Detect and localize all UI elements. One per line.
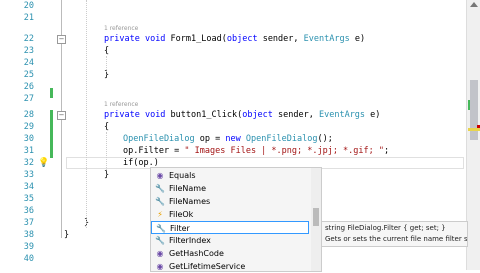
indent-guide [106, 132, 107, 170]
scrollbar-thumb[interactable] [470, 80, 478, 140]
filter-assignment: op.Filter = " Images Files | *.png; *.jp… [123, 146, 390, 156]
completion-scrollbar-thumb[interactable] [313, 208, 319, 226]
code-line[interactable]: 23 { [0, 45, 466, 57]
completion-item[interactable]: ⚡ FileOk [151, 208, 309, 221]
line-number: 37 [23, 218, 34, 228]
line-number: 38 [23, 230, 34, 240]
completion-item[interactable]: 🔧 FilterIndex [151, 234, 309, 247]
scroll-up-icon[interactable] [470, 2, 478, 7]
code-line[interactable]: 31 op.Filter = " Images Files | *.png; *… [0, 145, 466, 157]
close-brace: } [104, 170, 110, 180]
line-number: 35 [23, 194, 34, 204]
line-number: 24 [23, 58, 34, 68]
line-number: 27 [23, 94, 34, 104]
completion-item[interactable]: ◉ Equals [151, 169, 309, 182]
intellisense-completion-list[interactable]: ◉ Equals 🔧 FileName 🔧 FileNames ⚡ FileOk 🔧 Fi… [150, 167, 322, 272]
code-line[interactable]: 26 [0, 81, 466, 93]
tooltip-description: Gets or sets the current file name filte… [325, 235, 468, 243]
line-number: 25 [23, 70, 34, 80]
completion-item-selected[interactable]: 🔧 Filter [151, 221, 309, 234]
line-number: 40 [23, 254, 34, 264]
method-icon: ◉ [156, 262, 164, 271]
wrench-icon: 🔧 [155, 184, 165, 193]
tooltip-signature: string FileDialog.Filter { get; set; } [325, 224, 446, 232]
code-line[interactable]: 20 [0, 0, 466, 12]
completion-item[interactable]: 🔧 FileName [151, 182, 309, 195]
line-number: 23 [23, 46, 34, 56]
line-number: 34 [23, 182, 34, 192]
completion-item[interactable]: 🔧 FileNames [151, 195, 309, 208]
lightning-icon: ⚡ [157, 210, 163, 219]
method-signature-form-load: private void Form1_Load(object sender, E… [104, 34, 366, 44]
scrollbar-caret-mark [468, 128, 480, 131]
indent-guide [106, 56, 107, 72]
completion-item[interactable]: ◉ GetHashCode [151, 247, 309, 260]
indent-guide [86, 0, 87, 228]
collapse-toggle-icon[interactable]: − [57, 35, 66, 44]
method-icon: ◉ [156, 171, 164, 180]
line-number: 28 [23, 110, 34, 120]
code-line[interactable]: 25 } [0, 69, 466, 81]
code-line[interactable]: 24 [0, 57, 466, 69]
completion-scrollbar[interactable] [311, 168, 321, 271]
change-marker [50, 88, 53, 98]
line-number: 22 [23, 34, 34, 44]
openfiledialog-declaration: OpenFileDialog op = new OpenFileDialog()… [123, 134, 333, 144]
quick-info-tooltip: string FileDialog.Filter { get; set; } G… [321, 221, 468, 247]
line-number: 36 [23, 206, 34, 216]
line-number: 26 [23, 82, 34, 92]
code-line[interactable]: 28 private void button1_Click(object sen… [0, 109, 466, 121]
line-number: 30 [23, 134, 34, 144]
line-number: 21 [23, 13, 34, 23]
close-brace: } [64, 230, 70, 240]
line-number: 33 [23, 170, 34, 180]
line-number: 20 [23, 1, 34, 11]
method-icon: ◉ [156, 249, 164, 258]
method-signature-button-click: private void button1_Click(object sender… [104, 110, 381, 120]
code-line[interactable]: 22 private void Form1_Load(object sender… [0, 33, 466, 45]
reference-count-link[interactable]: 1 reference [104, 25, 138, 32]
line-number: 29 [23, 122, 34, 132]
wrench-icon: 🔧 [155, 236, 165, 245]
code-line[interactable]: 29 { [0, 121, 466, 133]
wrench-icon: 🔧 [155, 197, 165, 206]
code-line[interactable]: 27 [0, 93, 466, 105]
change-marker [50, 110, 53, 158]
line-number: 32 [23, 158, 34, 168]
code-line[interactable]: 21 [0, 12, 466, 24]
code-line[interactable]: 30 OpenFileDialog op = new OpenFileDialo… [0, 133, 466, 145]
reference-count-link[interactable]: 1 reference [104, 101, 138, 108]
completion-item[interactable]: ◉ GetLifetimeService [151, 260, 309, 273]
line-number: 31 [23, 146, 34, 156]
vertical-scrollbar[interactable] [466, 0, 480, 270]
line-number: 39 [23, 242, 34, 252]
lightbulb-icon[interactable]: 💡 [38, 158, 49, 168]
collapse-toggle-icon[interactable]: − [57, 111, 66, 120]
